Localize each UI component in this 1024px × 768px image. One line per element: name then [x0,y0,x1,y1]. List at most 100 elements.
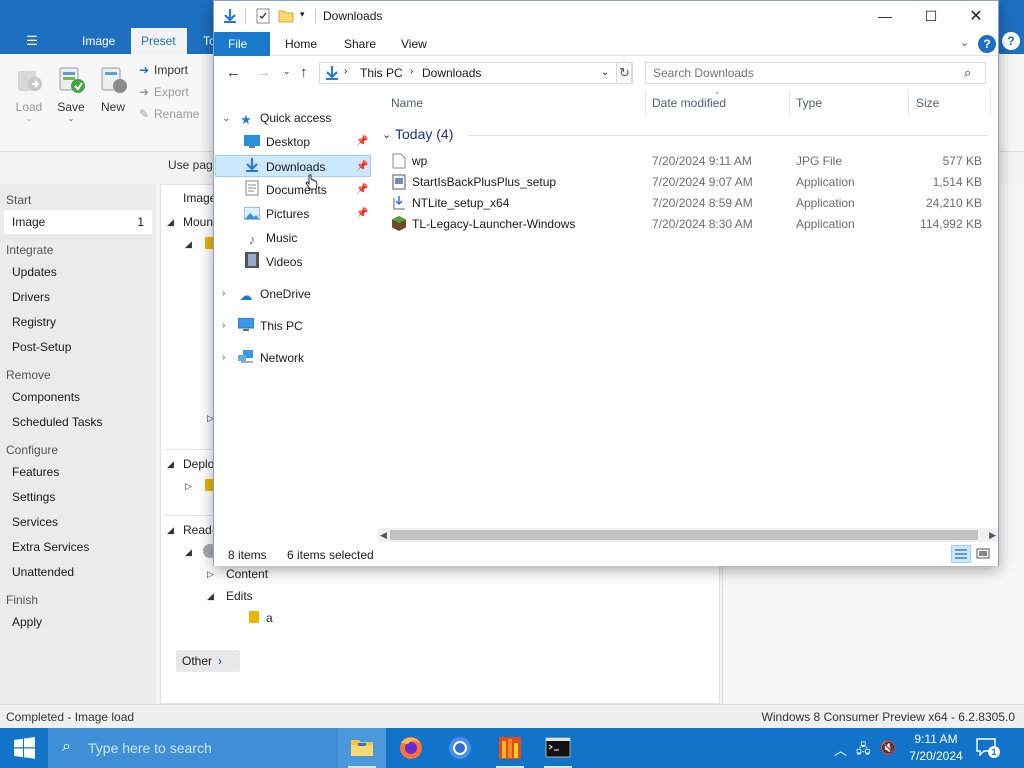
rename-button[interactable]: ✎ Rename [138,104,199,124]
up-arrow-icon[interactable]: ↑ [300,64,308,81]
tab-view[interactable]: View [387,32,441,56]
file-row[interactable]: StartIsBackPlusPlus_setup 7/20/2024 9:07… [378,171,998,192]
taskbar-chrome[interactable] [436,728,484,768]
expand-ribbon-icon[interactable]: ⌄ [960,36,969,49]
export-button[interactable]: ➜ Export [138,82,189,102]
sidebar-item-apply[interactable]: Apply [12,615,42,629]
nav-quick-access[interactable]: ★ Quick access [238,107,331,129]
show-hidden-icons-icon[interactable]: ︿ [834,740,847,759]
import-button[interactable]: ➜ Import [138,60,188,80]
tab-file[interactable]: File [214,32,270,56]
file-row[interactable]: NTLite_setup_x64 7/20/2024 8:59 AM Appli… [378,192,998,213]
horizontal-scrollbar[interactable]: ◀ ▶ [378,528,998,542]
sidebar-item-extra-services[interactable]: Extra Services [12,540,89,554]
sidebar-item-drivers[interactable]: Drivers [12,290,50,304]
tree-item-edits[interactable]: Edits [226,589,253,603]
sidebar-item-settings[interactable]: Settings [12,490,55,504]
details-view-button[interactable] [951,545,971,563]
nav-network[interactable]: Network [238,347,304,369]
nav-onedrive[interactable]: ☁ OneDrive [238,283,311,305]
sidebar-item-components[interactable]: Components [12,390,80,404]
column-header-name[interactable]: Name [391,96,423,110]
sidebar-item-features[interactable]: Features [12,465,59,479]
search-icon[interactable]: ⌕ [964,65,971,81]
nav-downloads[interactable]: Downloads 📌 [215,155,371,177]
tree-item-content[interactable]: Content [226,567,268,581]
chevron-right-icon[interactable]: › [222,352,225,363]
volume-muted-icon[interactable]: 🔇 [880,740,896,756]
nav-pictures[interactable]: Pictures 📌 [243,203,372,225]
file-row[interactable]: TL-Legacy-Launcher-Windows 7/20/2024 8:3… [378,213,998,234]
nav-this-pc[interactable]: This PC [237,315,303,337]
collapse-arrow-icon[interactable]: ◢ [185,547,192,558]
collapse-arrow-icon[interactable]: ◢ [167,525,174,536]
file-row[interactable]: wp 7/20/2024 9:11 AM JPG File 577 KB [378,150,998,171]
address-dropdown-icon[interactable]: ⌄ [601,67,609,78]
scroll-left-icon[interactable]: ◀ [380,528,387,542]
large-icons-view-button[interactable] [973,545,993,563]
breadcrumb-downloads[interactable]: Downloads [422,66,481,80]
tab-image[interactable]: Image [72,28,125,54]
properties-check-icon[interactable] [256,8,270,27]
column-header-size[interactable]: Size [916,96,939,110]
close-button[interactable]: ✕ [953,1,999,32]
sidebar-item-unattended[interactable]: Unattended [12,565,74,579]
minimize-button[interactable]: — [862,1,908,32]
help-icon[interactable]: ? [1002,32,1020,50]
refresh-button[interactable]: ↻ [616,62,633,84]
collapse-arrow-icon[interactable]: ◢ [167,217,174,228]
chevron-right-icon[interactable]: › [222,320,225,331]
hamburger-menu-icon[interactable]: ☰ [22,28,42,54]
clock-date[interactable]: 7/20/2024 [906,749,966,763]
column-header-date-modified[interactable]: Date modified [652,96,726,110]
nav-music[interactable]: ♪ Music [244,227,298,249]
breadcrumb-this-pc[interactable]: This PC [360,66,403,80]
customize-qat-icon[interactable]: ▾ [300,9,305,20]
new-folder-icon[interactable] [278,8,294,27]
sidebar-item-scheduled-tasks[interactable]: Scheduled Tasks [12,415,103,429]
nav-videos[interactable]: Videos [244,251,302,273]
clock-time[interactable]: 9:11 AM [906,732,966,746]
forward-arrow-icon[interactable]: → [256,64,271,81]
network-status-icon[interactable]: 🖧 [856,740,871,762]
tab-home[interactable]: Home [271,32,331,56]
nav-desktop[interactable]: Desktop 📌 [244,131,372,153]
sidebar-item-updates[interactable]: Updates [12,265,57,279]
taskbar-ntlite[interactable] [486,728,534,768]
tab-share[interactable]: Share [330,32,390,56]
scroll-right-icon[interactable]: ▶ [989,528,996,542]
scrollbar-thumb[interactable] [390,530,978,540]
group-header-today[interactable]: Today (4) [395,126,453,142]
notification-center-button[interactable]: 1 [976,738,1000,758]
group-collapse-icon[interactable]: ⌄ [382,128,391,141]
column-header-type[interactable]: Type [796,96,822,110]
taskbar-terminal[interactable] [534,728,582,768]
taskbar-firefox[interactable] [387,728,435,768]
save-button[interactable]: Save ⌄ [51,64,91,123]
sidebar-item-post-setup[interactable]: Post-Setup [12,340,71,354]
collapse-arrow-icon[interactable]: ◢ [167,459,174,470]
back-arrow-icon[interactable]: ← [226,64,241,81]
tree-item-a[interactable]: a [266,611,273,625]
start-button[interactable] [0,728,48,768]
expand-arrow-icon[interactable]: ▷ [185,481,192,492]
recent-locations-icon[interactable]: ⌄ [283,66,291,77]
taskbar-file-explorer[interactable] [338,728,386,768]
address-bar[interactable]: › This PC › Downloads ⌄ [319,62,632,84]
chevron-right-icon[interactable]: › [222,288,225,299]
chevron-down-icon[interactable]: ⌄ [222,113,230,124]
other-button[interactable]: Other › [176,650,240,672]
taskbar-search-input[interactable] [88,739,328,757]
sidebar-item-image[interactable]: Image 1 [4,210,152,234]
new-button[interactable]: New [93,64,133,114]
expand-arrow-icon[interactable]: ▷ [207,569,214,580]
collapse-arrow-icon[interactable]: ◢ [185,239,192,250]
load-button[interactable]: Load ⌄ [9,64,49,123]
help-icon[interactable]: ? [978,35,996,53]
collapse-arrow-icon[interactable]: ◢ [207,591,214,602]
sidebar-item-services[interactable]: Services [12,515,58,529]
search-input[interactable] [645,62,986,84]
tab-preset[interactable]: Preset [131,28,187,54]
maximize-button[interactable]: ☐ [908,1,954,32]
taskbar-search[interactable]: ⌕ [48,728,338,768]
